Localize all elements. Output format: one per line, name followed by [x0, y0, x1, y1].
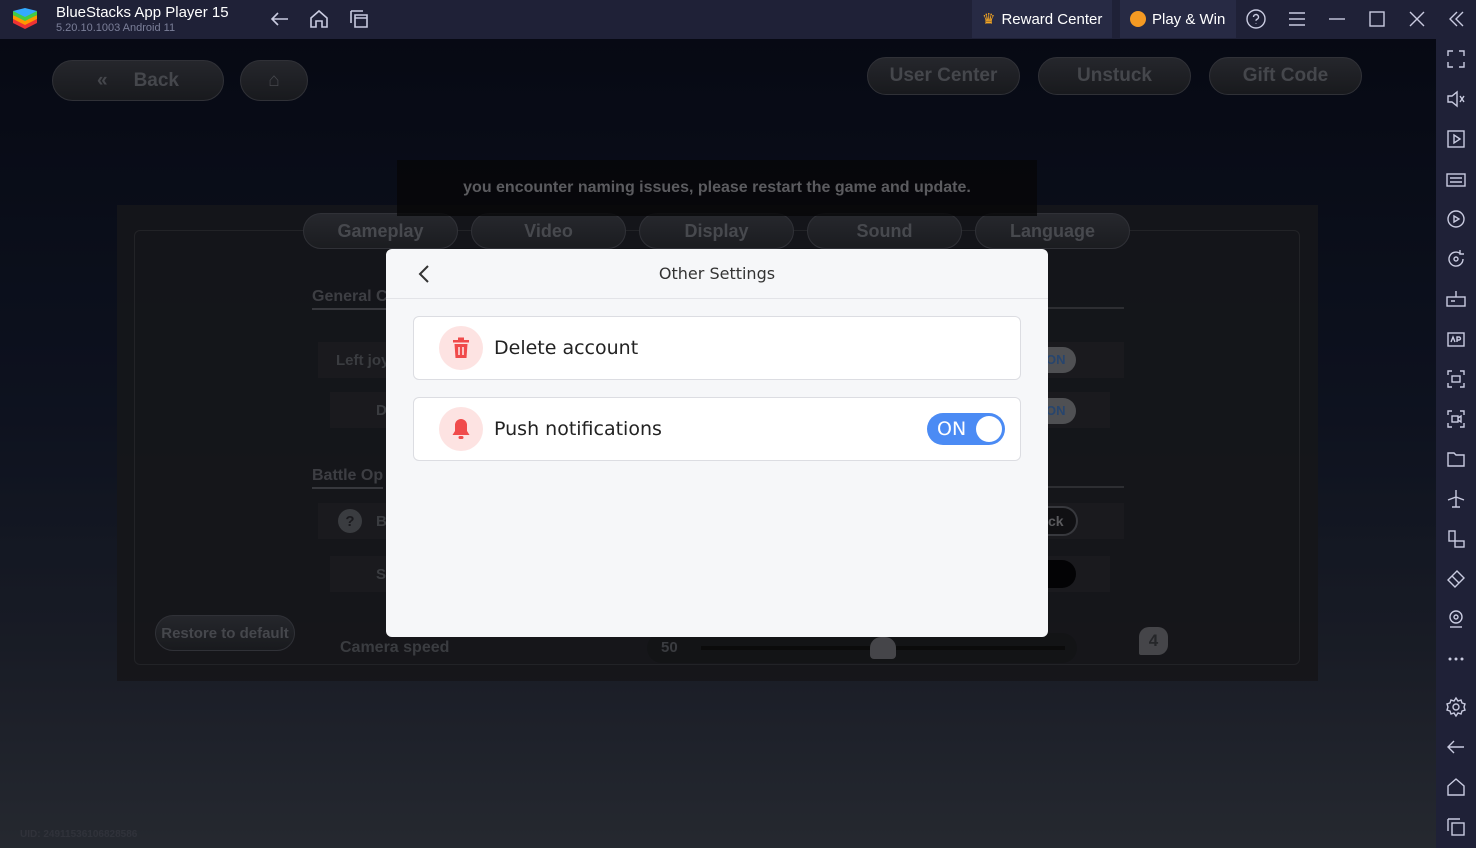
home-icon[interactable] — [308, 8, 330, 30]
media-icon[interactable] — [1445, 128, 1467, 150]
bluestacks-logo — [13, 8, 37, 29]
push-notifications-label: Push notifications — [494, 418, 662, 440]
back-arrow-icon[interactable] — [269, 8, 291, 30]
android-home-icon[interactable] — [1445, 776, 1467, 798]
macro-play-icon[interactable] — [1445, 208, 1467, 230]
recent-apps-icon[interactable] — [1445, 816, 1467, 838]
screenshot-icon[interactable] — [1445, 368, 1467, 390]
coin-icon — [1130, 11, 1146, 27]
play-win-label: Play & Win — [1152, 10, 1226, 28]
play-win-button[interactable]: Play & Win — [1120, 0, 1236, 38]
app-version: 5.20.10.1003 Android 11 — [56, 22, 176, 34]
push-notifications-item: Push notifications ON — [413, 397, 1021, 461]
keyboard-icon[interactable] — [1445, 168, 1467, 190]
multi-instance-icon[interactable] — [348, 8, 370, 30]
right-sidebar — [1436, 39, 1476, 848]
toggle-state: ON — [937, 418, 967, 440]
other-settings-dialog: Other Settings Delete account Push notif… — [386, 249, 1048, 637]
android-back-icon[interactable] — [1445, 736, 1467, 758]
help-icon[interactable] — [1245, 8, 1267, 30]
close-icon[interactable] — [1406, 8, 1428, 30]
reward-center-label: Reward Center — [1001, 10, 1103, 28]
multi-window-icon[interactable] — [1445, 528, 1467, 550]
dialog-title: Other Settings — [658, 264, 776, 283]
folder-icon[interactable] — [1445, 448, 1467, 470]
app-title: BlueStacks App Player 15 — [56, 4, 229, 21]
eraser-icon[interactable] — [1445, 568, 1467, 590]
dialog-header: Other Settings — [386, 249, 1048, 299]
toggle-knob — [976, 416, 1002, 442]
trash-icon — [453, 337, 469, 358]
record-icon[interactable] — [1445, 408, 1467, 430]
gamepad-icon[interactable] — [1445, 288, 1467, 310]
collapse-sidebar-icon[interactable] — [1446, 8, 1468, 30]
rotate-icon[interactable] — [1445, 248, 1467, 270]
apk-install-icon[interactable] — [1445, 328, 1467, 350]
title-bar: BlueStacks App Player 15 5.20.10.1003 An… — [0, 0, 1476, 39]
delete-account-label: Delete account — [494, 337, 639, 359]
bell-icon — [452, 419, 470, 439]
crown-icon: ♛ — [982, 11, 996, 28]
more-icon[interactable] — [1445, 648, 1467, 670]
minimize-icon[interactable] — [1326, 8, 1348, 30]
settings-gear-icon[interactable] — [1445, 696, 1467, 718]
fullscreen-icon[interactable] — [1445, 48, 1467, 70]
location-icon[interactable] — [1445, 608, 1467, 630]
delete-account-item[interactable]: Delete account — [413, 316, 1021, 380]
volume-icon[interactable] — [1445, 88, 1467, 110]
airplane-icon[interactable] — [1445, 488, 1467, 510]
push-notifications-toggle[interactable]: ON — [927, 413, 1005, 445]
menu-icon[interactable] — [1286, 8, 1308, 30]
reward-center-button[interactable]: ♛ Reward Center — [972, 0, 1113, 38]
maximize-icon[interactable] — [1366, 8, 1388, 30]
